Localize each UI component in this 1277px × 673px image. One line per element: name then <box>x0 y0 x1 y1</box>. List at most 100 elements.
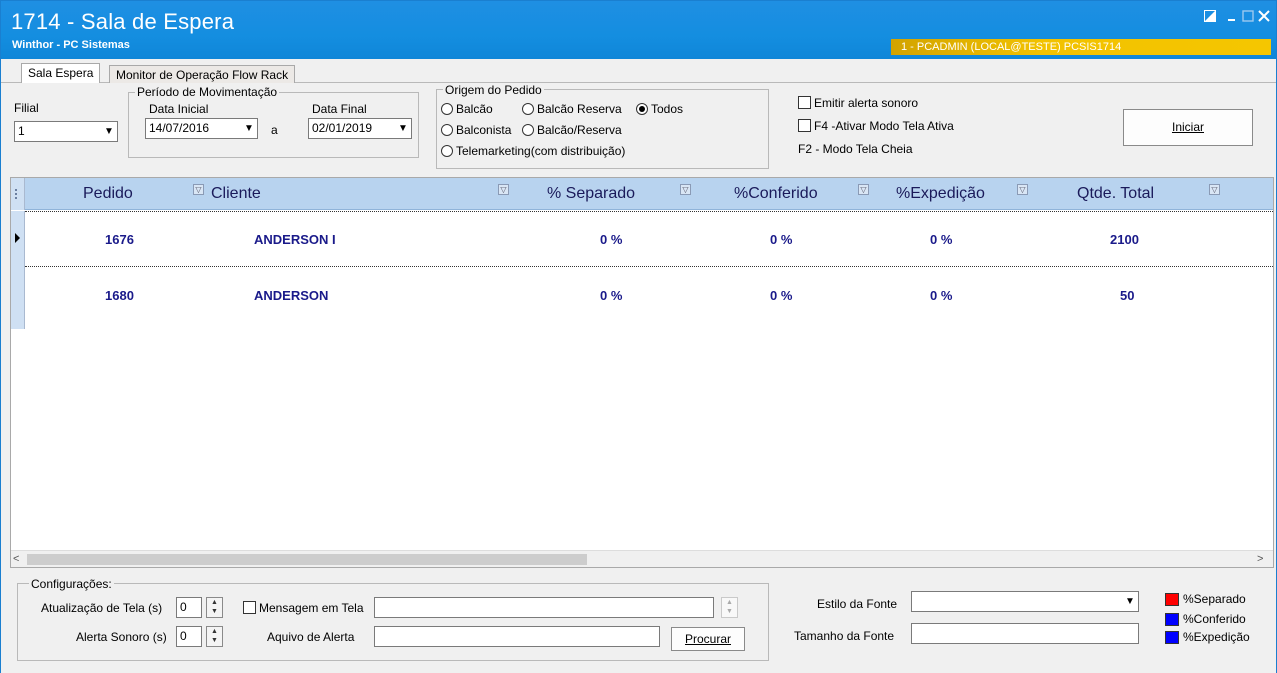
chevron-down-icon[interactable]: ▼ <box>397 123 409 135</box>
radio-balcao-barra-reserva[interactable]: Balcão/Reserva <box>522 123 622 137</box>
filter-icon[interactable]: ▽ <box>1209 184 1220 195</box>
cell-qtde-total: 50 <box>1120 288 1135 303</box>
table-row[interactable]: 1676 ANDERSON I 0 % 0 % 0 % 2100 <box>25 211 1273 267</box>
horizontal-scrollbar[interactable]: < > <box>11 550 1273 567</box>
filter-icon[interactable]: ▽ <box>680 184 691 195</box>
radio-circle[interactable] <box>441 145 453 157</box>
spin-down-icon[interactable]: ▼ <box>207 607 222 616</box>
radio-telemarketing[interactable]: Telemarketing(com distribuição) <box>441 144 625 158</box>
filter-icon[interactable]: ▽ <box>498 184 509 195</box>
radio-todos-label: Todos <box>651 102 684 116</box>
estilo-fonte-select[interactable]: ▼ <box>911 591 1139 612</box>
alerta-sonoro-input[interactable]: 0 <box>176 626 202 647</box>
data-inicial-label: Data Inicial <box>149 102 209 116</box>
data-final-field[interactable]: 02/01/2019 ▼ <box>308 118 412 139</box>
checkbox-box[interactable] <box>243 601 256 614</box>
mensagem-tela-label: Mensagem em Tela <box>259 601 364 615</box>
column-header-qtde-total[interactable]: Qtde. Total <box>1077 178 1154 210</box>
filter-icon[interactable]: ▽ <box>858 184 869 195</box>
cell-pedido: 1676 <box>105 232 134 247</box>
data-inicial-field[interactable]: 14/07/2016 ▼ <box>145 118 258 139</box>
column-header-pedido[interactable]: Pedido <box>83 178 133 210</box>
emitir-alerta-label: Emitir alerta sonoro <box>814 96 919 110</box>
atualizacao-input[interactable]: 0 <box>176 597 202 618</box>
window-subtitle: Winthor - PC Sistemas <box>12 39 130 51</box>
mensagem-tela-checkbox[interactable]: Mensagem em Tela <box>243 601 364 615</box>
tab-strip: Sala Espera Monitor de Operação Flow Rac… <box>1 59 1276 84</box>
scroll-right-icon[interactable]: > <box>1257 553 1269 565</box>
chevron-down-icon[interactable]: ▼ <box>243 123 255 135</box>
periodo-title: Período de Movimentação <box>135 85 280 99</box>
header-corner <box>11 178 25 210</box>
radio-circle-selected[interactable] <box>636 103 648 115</box>
radio-circle[interactable] <box>441 124 453 136</box>
radio-todos[interactable]: Todos <box>636 102 683 116</box>
chevron-down-icon[interactable]: ▼ <box>1124 596 1136 608</box>
spin-down-icon[interactable]: ▼ <box>207 636 222 645</box>
radio-balconista[interactable]: Balconista <box>441 123 511 137</box>
restore-icon[interactable] <box>1201 9 1219 25</box>
radio-balcao-reserva[interactable]: Balcão Reserva <box>522 102 622 116</box>
checkbox-box[interactable] <box>798 96 811 109</box>
radio-balconista-label: Balconista <box>456 123 512 137</box>
config-title: Configurações: <box>29 577 114 591</box>
alerta-sonoro-spinner[interactable]: ▲ ▼ <box>206 626 223 647</box>
iniciar-button[interactable]: Iniciar <box>1123 109 1253 146</box>
column-header-expedicao[interactable]: %Expedição <box>896 178 985 210</box>
spin-up-icon[interactable]: ▲ <box>207 598 222 607</box>
data-inicial-value: 14/07/2016 <box>149 121 210 135</box>
date-separator: a <box>271 123 278 137</box>
arquivo-alerta-input[interactable] <box>374 626 660 647</box>
close-icon[interactable] <box>1255 9 1273 25</box>
filter-icon[interactable]: ▽ <box>1017 184 1028 195</box>
window-title: 1714 - Sala de Espera <box>11 9 235 34</box>
spin-down-icon[interactable]: ▼ <box>722 607 737 616</box>
filter-panel: Filial 1 ▼ Período de Movimentação Data … <box>1 83 1276 176</box>
scrollbar-thumb[interactable] <box>27 554 587 565</box>
row-indicator-current[interactable] <box>11 211 25 268</box>
origem-title: Origem do Pedido <box>443 83 544 97</box>
data-final-label: Data Final <box>312 102 367 116</box>
mensagem-input[interactable] <box>374 597 714 618</box>
spin-up-icon[interactable]: ▲ <box>207 627 222 636</box>
cell-conferido: 0 % <box>770 288 793 303</box>
app-window: 1714 - Sala de Espera Winthor - PC Siste… <box>0 0 1277 673</box>
radio-balcao[interactable]: Balcão <box>441 102 493 116</box>
legend-swatch-conferido <box>1165 613 1179 626</box>
filter-icon[interactable]: ▽ <box>193 184 204 195</box>
arquivo-alerta-label: Aquivo de Alerta <box>267 630 355 644</box>
tamanho-fonte-input[interactable] <box>911 623 1139 644</box>
table-row[interactable]: 1680 ANDERSON 0 % 0 % 0 % 50 <box>25 268 1273 324</box>
tab-sala-espera[interactable]: Sala Espera <box>21 63 101 84</box>
emitir-alerta-checkbox[interactable]: Emitir alerta sonoro <box>798 96 918 110</box>
config-panel: Configurações: Atualização de Tela (s) 0… <box>1 569 1276 673</box>
column-header-separado[interactable]: % Separado <box>547 178 635 210</box>
legend-label-conferido: %Conferido <box>1183 612 1246 626</box>
tab-monitor-flow-rack[interactable]: Monitor de Operação Flow Rack <box>109 65 296 84</box>
atualizacao-spinner[interactable]: ▲ ▼ <box>206 597 223 618</box>
modo-tela-ativa-checkbox[interactable]: F4 -Ativar Modo Tela Ativa <box>798 119 954 133</box>
radio-circle[interactable] <box>522 124 534 136</box>
legend-swatch-separado <box>1165 593 1179 606</box>
row-indicator[interactable] <box>11 268 25 329</box>
radio-balcao-barra-reserva-label: Balcão/Reserva <box>537 123 622 137</box>
radio-circle[interactable] <box>522 103 534 115</box>
radio-circle[interactable] <box>441 103 453 115</box>
mensagem-spinner[interactable]: ▲ ▼ <box>721 597 738 618</box>
filial-select[interactable]: 1 ▼ <box>14 121 118 142</box>
column-header-cliente[interactable]: Cliente <box>211 178 261 210</box>
checkbox-box[interactable] <box>798 119 811 132</box>
legend-label-separado: %Separado <box>1183 592 1246 606</box>
chevron-down-icon[interactable]: ▼ <box>103 126 115 138</box>
scroll-left-icon[interactable]: < <box>13 553 25 565</box>
data-final-value: 02/01/2019 <box>312 121 373 135</box>
orders-grid: Pedido ▽ Cliente ▽ % Separado ▽ %Conferi… <box>10 177 1274 568</box>
column-header-conferido[interactable]: %Conferido <box>734 178 818 210</box>
user-info: 1 - PCADMIN (LOCAL@TESTE) PCSIS1714 <box>901 41 1122 53</box>
modo-tela-ativa-label: F4 -Ativar Modo Tela Ativa <box>814 119 954 133</box>
filial-value: 1 <box>18 124 25 138</box>
modo-tela-cheia-label: F2 - Modo Tela Cheia <box>798 142 913 156</box>
spin-up-icon[interactable]: ▲ <box>722 598 737 607</box>
procurar-button[interactable]: Procurar <box>671 627 745 651</box>
config-group <box>17 583 769 661</box>
